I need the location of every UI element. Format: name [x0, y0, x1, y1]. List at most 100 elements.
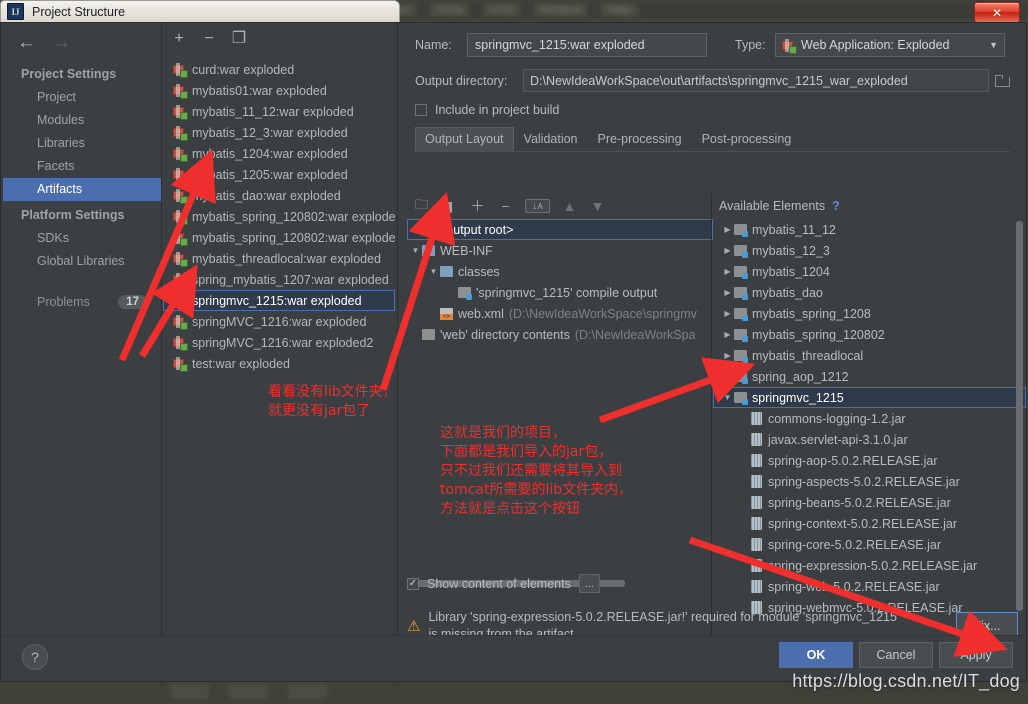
tree-node-module[interactable]: ▶ mybatis_12_3 — [713, 240, 1026, 261]
list-item[interactable]: mybatis_spring_120802:war exploded — [163, 206, 395, 227]
tree-twisty[interactable]: ▼ — [721, 393, 734, 402]
move-up-icon[interactable]: ▲ — [561, 198, 578, 214]
tree-node-compile-output[interactable]: 'springmvc_1215' compile output — [407, 282, 713, 303]
tree-node-label: mybatis_11_12 — [752, 222, 836, 237]
artifact-label: mybatis_dao:war exploded — [192, 188, 341, 203]
list-item[interactable]: mybatis_12_3:war exploded — [163, 122, 395, 143]
tree-twisty[interactable]: ▼ — [409, 246, 422, 255]
tree-node-jar[interactable]: spring-beans-5.0.2.RELEASE.jar — [713, 492, 1026, 513]
forward-arrow-icon[interactable]: → — [52, 33, 71, 52]
list-item[interactable]: mybatis01:war exploded — [163, 80, 395, 101]
tree-node-label: WEB-INF — [440, 243, 493, 258]
tree-node-module[interactable]: ▶ spring_aop_1212 — [713, 366, 1026, 387]
apply-button[interactable]: Apply — [939, 642, 1013, 668]
close-icon[interactable]: ✕ — [974, 2, 1020, 23]
war-artifact-icon — [173, 84, 188, 99]
tree-node-module[interactable]: ▶ mybatis_dao — [713, 282, 1026, 303]
add-copy-of-icon[interactable]: ＋ — [469, 196, 486, 216]
sidebar-item-global-libraries[interactable]: Global Libraries — [3, 250, 161, 273]
war-artifact-icon — [173, 210, 188, 225]
list-item[interactable]: mybatis_11_12:war exploded — [163, 101, 395, 122]
tree-node-jar[interactable]: javax.servlet-api-3.1.0.jar — [713, 429, 1026, 450]
tree-node-jar[interactable]: spring-expression-5.0.2.RELEASE.jar — [713, 555, 1026, 576]
tree-node-web-directory-contents[interactable]: 'web' directory contents (D:\NewIdeaWork… — [407, 324, 713, 345]
tree-node-jar[interactable]: spring-aop-5.0.2.RELEASE.jar — [713, 450, 1026, 471]
tree-twisty[interactable]: ▼ — [427, 267, 440, 276]
tab-output-layout[interactable]: Output Layout — [415, 127, 514, 151]
tree-node-label: classes — [458, 264, 500, 279]
tree-twisty[interactable]: ▶ — [721, 351, 734, 360]
ok-button[interactable]: OK — [779, 642, 853, 668]
sidebar-item-facets[interactable]: Facets — [3, 155, 161, 178]
list-item[interactable]: mybatis_spring_120802:war exploded — [163, 227, 395, 248]
remove-artifact-button[interactable]: − — [201, 31, 217, 47]
remove-element-icon[interactable]: − — [497, 198, 514, 214]
tab-post-processing[interactable]: Post-processing — [692, 127, 802, 151]
list-item[interactable]: test:war exploded — [163, 353, 395, 374]
sidebar-item-artifacts[interactable]: Artifacts — [3, 178, 161, 201]
tree-node-web-xml[interactable]: web.xml (D:\NewIdeaWorkSpace\springmv — [407, 303, 713, 324]
list-item[interactable]: springMVC_1216:war exploded — [163, 311, 395, 332]
back-arrow-icon[interactable]: ← — [17, 33, 36, 52]
sidebar-item-problems[interactable]: Problems 17 — [3, 295, 161, 309]
available-elements-tree[interactable]: ▶ mybatis_11_12 ▶ mybatis_12_3 ▶ mybatis_12… — [713, 219, 1026, 659]
tree-twisty[interactable]: ▶ — [721, 267, 734, 276]
list-item[interactable]: mybatis_threadlocal:war exploded — [163, 248, 395, 269]
sidebar-item-sdks[interactable]: SDKs — [3, 227, 161, 250]
artifacts-list[interactable]: curd:war exploded mybatis01:war exploded… — [163, 59, 395, 633]
tab-pre-processing[interactable]: Pre-processing — [588, 127, 692, 151]
add-artifact-button[interactable]: + — [171, 31, 187, 47]
available-elements-vertical-scrollbar[interactable] — [1016, 221, 1023, 611]
include-in-build-checkbox[interactable] — [415, 104, 427, 116]
tree-node-jar[interactable]: commons-logging-1.2.jar — [713, 408, 1026, 429]
sidebar-item-modules[interactable]: Modules — [3, 109, 161, 132]
tree-node-module[interactable]: ▶ mybatis_11_12 — [713, 219, 1026, 240]
sidebar-item-project[interactable]: Project — [3, 86, 161, 109]
tree-node-jar[interactable]: spring-core-5.0.2.RELEASE.jar — [713, 534, 1026, 555]
create-archive-icon[interactable]: ▮ — [441, 198, 458, 215]
tree-node-web-inf[interactable]: ▼ WEB-INF — [407, 240, 713, 261]
move-down-icon[interactable]: ▼ — [589, 198, 606, 214]
copy-artifact-button[interactable]: ❐ — [231, 31, 247, 47]
sidebar-item-libraries[interactable]: Libraries — [3, 132, 161, 155]
tree-node-jar[interactable]: spring-aspects-5.0.2.RELEASE.jar — [713, 471, 1026, 492]
tree-node-jar[interactable]: spring-web-5.0.2.RELEASE.jar — [713, 576, 1026, 597]
tree-node-classes[interactable]: ▼ classes — [407, 261, 713, 282]
tree-node-jar[interactable]: spring-context-5.0.2.RELEASE.jar — [713, 513, 1026, 534]
list-item-selected[interactable]: springmvc_1215:war exploded — [163, 290, 395, 311]
list-item[interactable]: mybatis_1205:war exploded — [163, 164, 395, 185]
list-item[interactable]: mybatis_1204:war exploded — [163, 143, 395, 164]
tree-twisty[interactable]: ▶ — [721, 330, 734, 339]
list-item[interactable]: mybatis_dao:war exploded — [163, 185, 395, 206]
tree-node-module[interactable]: ▶ mybatis_threadlocal — [713, 345, 1026, 366]
tree-twisty[interactable]: ▶ — [721, 225, 734, 234]
browse-folder-icon[interactable] — [995, 74, 1010, 87]
tab-validation[interactable]: Validation — [514, 127, 588, 151]
help-icon[interactable]: ? — [832, 199, 840, 213]
artifact-type-select[interactable]: Web Application: Exploded ▼ — [775, 33, 1005, 57]
tree-twisty[interactable]: ▶ — [721, 246, 734, 255]
artifact-label: mybatis_spring_120802:war exploded — [192, 230, 395, 245]
tree-node-module-selected[interactable]: ▼ springmvc_1215 — [713, 387, 1026, 408]
folder-icon — [440, 266, 453, 277]
help-button[interactable]: ? — [22, 644, 48, 670]
create-directory-icon[interactable]: 🗀 — [413, 194, 430, 218]
dialog-footer: ? OK Cancel Apply — [2, 635, 1025, 680]
tree-node-module[interactable]: ▶ mybatis_spring_1208 — [713, 303, 1026, 324]
cancel-button[interactable]: Cancel — [859, 642, 933, 668]
tree-twisty[interactable]: ▶ — [721, 309, 734, 318]
list-item[interactable]: spring_mybatis_1207:war exploded — [163, 269, 395, 290]
show-content-options-button[interactable]: ... — [578, 574, 600, 593]
output-directory-input[interactable]: D:\NewIdeaWorkSpace\out\artifacts\spring… — [523, 69, 989, 92]
sort-icon[interactable]: ↓ᴀ — [525, 199, 550, 213]
tree-twisty[interactable]: ▶ — [721, 372, 734, 381]
show-content-checkbox[interactable]: ✓ — [407, 577, 419, 590]
tree-node-output-root[interactable]: <output root> — [407, 219, 713, 240]
artifact-name-input[interactable]: springmvc_1215:war exploded — [467, 33, 707, 57]
war-artifact-icon — [173, 189, 188, 204]
list-item[interactable]: curd:war exploded — [163, 59, 395, 80]
tree-node-module[interactable]: ▶ mybatis_1204 — [713, 261, 1026, 282]
tree-twisty[interactable]: ▶ — [721, 288, 734, 297]
tree-node-module[interactable]: ▶ mybatis_spring_120802 — [713, 324, 1026, 345]
list-item[interactable]: springMVC_1216:war exploded2 — [163, 332, 395, 353]
